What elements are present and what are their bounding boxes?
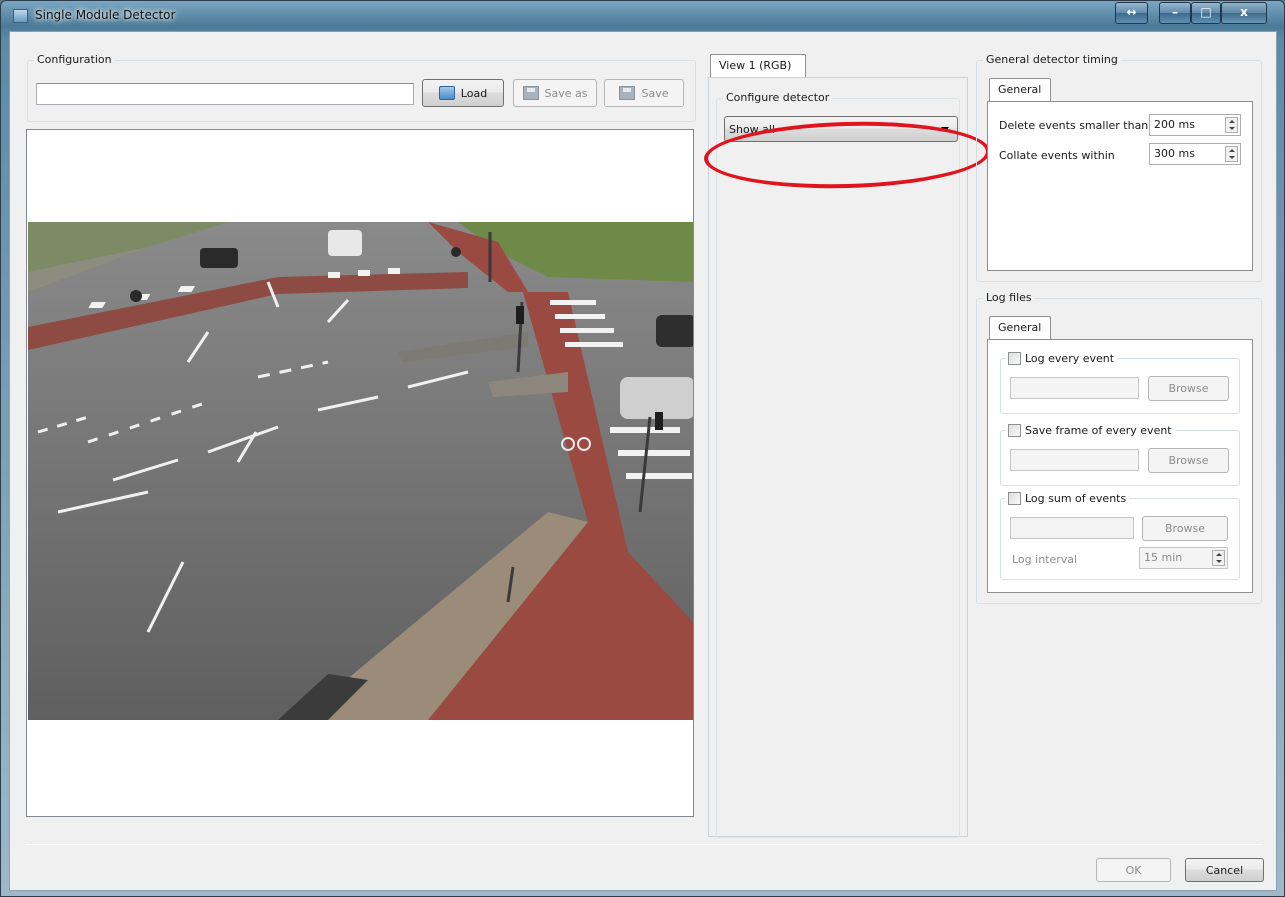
log-interval-label: Log interval — [1012, 553, 1078, 566]
tab-timing-general[interactable]: General — [989, 78, 1051, 101]
minimize-button[interactable]: – — [1159, 2, 1191, 24]
browse-label: Browse — [1168, 382, 1209, 395]
cancel-button[interactable]: Cancel — [1185, 858, 1264, 882]
footer-separator — [26, 844, 1262, 845]
log-sum-browse-button[interactable]: Browse — [1142, 516, 1228, 541]
log-every-event-checkbox[interactable]: Log every event — [1005, 350, 1118, 366]
log-interval-value: 15 min — [1144, 551, 1183, 564]
app-window: Single Module Detector ↔ – □ x Configura… — [0, 0, 1285, 897]
log-interval-spinbox[interactable]: 15 min — [1139, 547, 1228, 569]
detector-view-combobox[interactable]: Show all — [724, 116, 958, 142]
collate-events-value: 300 ms — [1154, 147, 1195, 160]
intersection-camera-image — [28, 222, 693, 720]
spin-arrows-icon[interactable] — [1225, 117, 1238, 133]
save-as-button-label: Save as — [544, 86, 588, 100]
close-button[interactable]: x — [1221, 2, 1267, 24]
log-files-title: Log files — [983, 291, 1035, 304]
log-every-event-path[interactable] — [1010, 377, 1139, 399]
ok-button[interactable]: OK — [1096, 858, 1171, 882]
browse-label: Browse — [1168, 454, 1209, 467]
delete-events-spinbox[interactable]: 200 ms — [1149, 114, 1241, 136]
tab-view-1-rgb[interactable]: View 1 (RGB) — [710, 54, 806, 77]
tab-log-general[interactable]: General — [989, 316, 1051, 339]
load-button[interactable]: Load — [422, 79, 504, 107]
log-sum-checkbox[interactable]: Log sum of events — [1005, 490, 1130, 506]
log-sum-label: Log sum of events — [1025, 491, 1127, 505]
collate-events-spinbox[interactable]: 300 ms — [1149, 143, 1241, 165]
configure-detector-group: Configure detector — [716, 91, 960, 838]
checkbox-box[interactable] — [1008, 491, 1021, 505]
save-frame-label: Save frame of every event — [1025, 423, 1172, 437]
configuration-group-title: Configuration — [34, 53, 115, 66]
spin-arrows-icon[interactable] — [1212, 550, 1225, 566]
save-as-button[interactable]: Save as — [513, 79, 597, 107]
log-every-event-browse-button[interactable]: Browse — [1148, 376, 1229, 401]
resize-arrows-button[interactable]: ↔ — [1115, 2, 1148, 24]
browse-label: Browse — [1164, 522, 1206, 535]
log-sum-path[interactable] — [1010, 517, 1134, 539]
camera-frame[interactable] — [28, 222, 693, 720]
checkbox-box[interactable] — [1008, 351, 1021, 365]
configure-detector-title: Configure detector — [723, 91, 833, 104]
save-frame-checkbox[interactable]: Save frame of every event — [1005, 422, 1175, 438]
window-title: Single Module Detector — [35, 8, 176, 22]
checkbox-box[interactable] — [1008, 423, 1021, 437]
detector-timing-title: General detector timing — [983, 53, 1121, 66]
save-button[interactable]: Save — [604, 79, 684, 107]
chevron-down-icon — [941, 127, 949, 132]
save-button-label: Save — [641, 86, 669, 100]
cancel-button-label: Cancel — [1205, 863, 1244, 877]
folder-icon — [438, 86, 455, 100]
maximize-button[interactable]: □ — [1191, 2, 1221, 24]
ok-button-label: OK — [1125, 863, 1142, 877]
delete-events-label: Delete events smaller than — [999, 119, 1149, 132]
delete-events-value: 200 ms — [1154, 118, 1195, 131]
title-bar[interactable]: Single Module Detector ↔ – □ x — [1, 1, 1284, 31]
save-frame-browse-button[interactable]: Browse — [1148, 448, 1229, 473]
save-frame-path[interactable] — [1010, 449, 1139, 471]
load-button-label: Load — [460, 86, 488, 100]
app-icon — [13, 9, 28, 23]
collate-events-label: Collate events within — [999, 149, 1115, 162]
client-area: Configuration Load Save as Save View 1 (… — [9, 31, 1277, 891]
video-panel — [26, 129, 694, 817]
spin-arrows-icon[interactable] — [1225, 146, 1238, 162]
save-icon — [619, 86, 636, 100]
save-as-icon — [522, 86, 539, 100]
log-every-event-label: Log every event — [1025, 351, 1115, 365]
configuration-path-input[interactable] — [36, 83, 414, 105]
detector-view-combobox-value: Show all — [729, 123, 776, 136]
